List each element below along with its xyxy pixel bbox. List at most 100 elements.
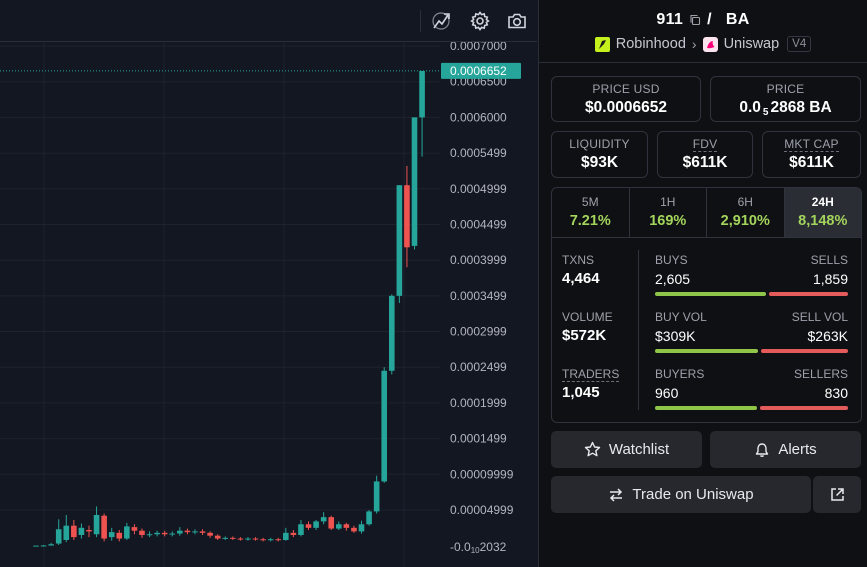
- candle: [275, 537, 282, 542]
- buys-sells-ratio-bar: [655, 292, 848, 296]
- candle-body: [388, 295, 395, 371]
- volume-value: $572K: [562, 327, 607, 344]
- traders-stat[interactable]: TRADERS 1,045: [562, 367, 620, 401]
- y-tick-label: 0.0005499: [450, 146, 507, 160]
- candle: [230, 536, 236, 540]
- fdv-card[interactable]: FDV $611K: [657, 131, 753, 178]
- candle: [101, 513, 107, 542]
- candle: [305, 521, 312, 530]
- pair-route: Robinhood › Uniswap V4: [539, 36, 867, 52]
- candle: [419, 70, 425, 157]
- tab-6h[interactable]: 6H 2,910%: [707, 188, 785, 237]
- open-external-button[interactable]: [813, 476, 861, 513]
- price-chart[interactable]: 0.00070000.00065000.00060000.00054990.00…: [0, 42, 537, 567]
- candle: [328, 515, 335, 530]
- candle-body: [93, 514, 100, 535]
- copy-icon[interactable]: [689, 14, 701, 26]
- camera-icon[interactable]: [506, 10, 528, 32]
- dex-name[interactable]: Uniswap: [724, 36, 780, 52]
- tab-24h[interactable]: 24H 8,148%: [784, 188, 861, 237]
- volume-label: VOLUME: [562, 310, 613, 324]
- price-axis[interactable]: 0.00070000.00065000.00060000.00054990.00…: [450, 42, 514, 517]
- price-usd-value: $0.0006652: [585, 99, 667, 116]
- candle-body: [177, 530, 183, 534]
- candle: [86, 525, 92, 538]
- candle: [131, 524, 138, 535]
- tab-1h[interactable]: 1H 169%: [630, 188, 707, 237]
- candle: [336, 521, 342, 530]
- y-tick-label: 0.0001999: [450, 396, 507, 410]
- txns-stat: TXNS 4,464: [562, 253, 600, 287]
- candle-body: [108, 532, 115, 538]
- toolbar-separator: [420, 10, 421, 32]
- pair-title: 911 / BA: [539, 11, 867, 29]
- sells-label: SELLS: [810, 253, 848, 267]
- txns-value: 4,464: [562, 270, 600, 287]
- buyers-bar: [655, 406, 757, 410]
- candle-body: [230, 537, 236, 539]
- txns-label: TXNS: [562, 253, 595, 267]
- candle: [154, 530, 160, 537]
- candle-body: [55, 529, 62, 544]
- robinhood-logo-icon: [594, 36, 610, 52]
- price-native-value: 0.0 5 2868 BA: [739, 99, 832, 118]
- tab-24h-change: 8,148%: [798, 213, 848, 229]
- candle-body: [320, 517, 327, 522]
- candle: [48, 542, 54, 546]
- candle: [33, 545, 39, 547]
- swap-arrows-icon: [610, 487, 623, 502]
- candle-body: [116, 532, 123, 539]
- candle: [71, 519, 77, 540]
- candle: [245, 537, 251, 541]
- y-tick-label: 0.0002999: [450, 325, 507, 339]
- candle: [78, 523, 85, 539]
- y-tick-label: 0.0004999: [450, 182, 507, 196]
- candle-body: [404, 185, 410, 248]
- tab-5m-label: 5M: [581, 195, 599, 209]
- tab-6h-change: 2,910%: [720, 213, 770, 229]
- candle-body: [146, 534, 153, 536]
- candle-body: [33, 545, 39, 547]
- candle: [320, 512, 327, 525]
- sells-bar: [768, 292, 848, 296]
- candle: [237, 537, 244, 541]
- chart-pane[interactable]: 0.0007000 0.0006500 0.0006000 0.0005499 0.00…: [0, 0, 537, 567]
- candle: [351, 525, 357, 533]
- chain-name[interactable]: Robinhood: [616, 36, 686, 52]
- y-tick-label: 0.0001499: [450, 432, 507, 446]
- candle-body: [396, 185, 403, 296]
- quote-token-symbol: BA: [725, 11, 750, 28]
- indicators-icon[interactable]: [430, 10, 452, 32]
- y-tick-label: 0.0002499: [450, 360, 507, 374]
- candle-body: [313, 521, 319, 528]
- sellers-label: SELLERS: [793, 367, 848, 381]
- candle-body: [267, 539, 274, 541]
- candle: [381, 367, 388, 483]
- buys-bar: [655, 292, 766, 296]
- candle: [63, 514, 70, 543]
- buyers-value: 960: [655, 385, 679, 401]
- tab-1h-change: 169%: [649, 213, 687, 229]
- candle: [404, 165, 410, 268]
- candle: [313, 519, 319, 530]
- candle-body: [237, 538, 244, 540]
- candle-body: [419, 70, 425, 118]
- timeframe-tabs: 5M 7.21% 1H 169% 6H 2,910% 24H 8,148%: [552, 188, 861, 238]
- candle: [207, 531, 213, 538]
- sellers-bar: [759, 406, 848, 410]
- candle: [161, 530, 168, 537]
- volume-ratio-bar: [655, 349, 848, 353]
- candle: [343, 522, 350, 531]
- tab-5m[interactable]: 5M 7.21%: [552, 188, 630, 237]
- y-tick-label: 0.00009999: [450, 467, 514, 481]
- settings-icon[interactable]: [469, 10, 491, 32]
- candle: [124, 522, 130, 540]
- watchlist-button[interactable]: Watchlist: [551, 431, 702, 468]
- alerts-button[interactable]: Alerts: [710, 431, 861, 468]
- candle: [55, 519, 62, 545]
- liquidity-label: LIQUIDITY: [569, 137, 630, 151]
- trading-stats: 5M 7.21% 1H 169% 6H 2,910% 24H 8,148% TX…: [551, 187, 862, 423]
- mktcap-card[interactable]: MKT CAP $611K: [762, 131, 861, 178]
- candle: [411, 117, 418, 250]
- trade-on-dex-button[interactable]: Trade on Uniswap: [551, 476, 811, 513]
